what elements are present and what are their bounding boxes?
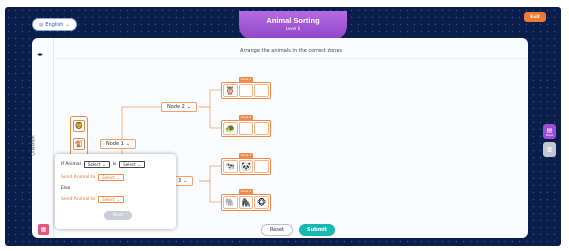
zone-slot[interactable]: 🦍 xyxy=(238,196,254,209)
condition-popup: If Animal Select ⌄ is Select ⌄ Send Animal… xyxy=(55,154,176,229)
zone-slots: 🐘 🦍 🐵 xyxy=(221,194,271,211)
else-send-row: Send Animal to Select ⌄ xyxy=(61,196,124,203)
next-button[interactable]: Next xyxy=(104,211,132,220)
animal-bank-item[interactable]: 🐒 xyxy=(73,138,85,150)
zone-slot[interactable] xyxy=(254,122,270,135)
animal-bank-item[interactable]: 🦁 xyxy=(73,120,85,132)
zone-3[interactable]: Zone 3 🐄 🐼 xyxy=(221,153,271,175)
if-row: If Animal Select ⌄ is Select ⌄ xyxy=(61,161,145,168)
chevron-down-icon: ⌄ xyxy=(65,21,70,28)
exit-button[interactable]: Exit xyxy=(524,12,546,22)
node-3-label: 3 xyxy=(178,178,182,184)
send-else-label: Send Animal to xyxy=(61,197,96,202)
zone-slot[interactable] xyxy=(254,160,270,173)
value-select[interactable]: Select ⌄ xyxy=(119,161,145,168)
chevron-down-icon: ⌄ xyxy=(186,104,192,110)
notes-icon: ▤ xyxy=(546,126,553,134)
zone-slot[interactable] xyxy=(254,84,270,97)
submit-button[interactable]: Submit xyxy=(299,224,335,236)
globe-icon: ◎ xyxy=(39,21,44,28)
app-stage: ◎ English ⌄ Animal Sorting Level 6 Exit … xyxy=(5,7,561,246)
is-label: is xyxy=(112,162,117,167)
chevron-down-icon: ⌄ xyxy=(125,141,131,147)
then-destination-select[interactable]: Select ⌄ xyxy=(98,174,124,181)
zone-slot[interactable]: 🦉 xyxy=(223,84,238,97)
zone-slot[interactable]: 🐼 xyxy=(238,160,254,173)
zone-2[interactable]: Zone 2 🐢 xyxy=(221,115,271,137)
zone-slots: 🐢 xyxy=(221,120,271,137)
else-destination-select[interactable]: Select ⌄ xyxy=(98,196,124,203)
chevron-down-icon: ⌄ xyxy=(183,178,188,184)
zone-slots: 🦉 xyxy=(221,82,271,99)
attribute-select[interactable]: Select ⌄ xyxy=(83,161,110,168)
zone-1[interactable]: Zone 1 🦉 xyxy=(221,77,271,99)
document-icon: ▥ xyxy=(546,146,553,153)
calculator-icon[interactable]: ▦ xyxy=(38,224,49,235)
secondary-side-button[interactable]: ▥ xyxy=(543,142,556,157)
zone-slot[interactable]: 🐄 xyxy=(223,160,238,173)
node-2-button[interactable]: Node 2 ⌄ xyxy=(161,102,198,112)
chevron-down-icon: ⌄ xyxy=(137,162,141,167)
zone-4[interactable]: Zone 4 🐘 🦍 🐵 xyxy=(221,189,271,211)
if-label: If Animal xyxy=(61,162,81,167)
reset-button[interactable]: Reset xyxy=(261,224,293,236)
select-value: Select xyxy=(102,175,115,180)
then-row: Send Animal to Select ⌄ xyxy=(61,174,124,181)
select-value: Select xyxy=(102,197,115,202)
chevron-down-icon: ⌄ xyxy=(116,175,120,180)
zone-slot[interactable]: 🐢 xyxy=(223,122,238,135)
notes-button[interactable]: ▤ Notes xyxy=(543,124,556,139)
zone-slot[interactable]: 🐘 xyxy=(223,196,238,209)
chevron-down-icon: ⌄ xyxy=(102,162,106,167)
node-1-label: Node 1 xyxy=(106,141,124,147)
level-label: Level 6 xyxy=(285,26,301,31)
zone-slot[interactable] xyxy=(238,122,254,135)
zone-slot[interactable]: 🐵 xyxy=(254,196,270,209)
zone-slot[interactable] xyxy=(238,84,254,97)
else-row: Else xyxy=(61,186,70,191)
language-selector[interactable]: ◎ English ⌄ xyxy=(32,18,77,31)
title-banner: Animal Sorting Level 6 xyxy=(239,11,347,40)
notes-label: Notes xyxy=(545,133,554,137)
language-label: English xyxy=(45,21,64,28)
else-label: Else xyxy=(61,186,71,191)
zone-slots: 🐄 🐼 xyxy=(221,158,271,175)
node-1-button[interactable]: Node 1 ⌄ xyxy=(100,139,137,149)
chevron-down-icon: ⌄ xyxy=(116,197,120,202)
select-value: Select xyxy=(123,162,136,167)
page-title: Animal Sorting xyxy=(266,16,320,25)
node-2-label: Node 2 xyxy=(167,104,185,110)
send-then-label: Send Animal to xyxy=(61,175,96,180)
select-value: Select xyxy=(87,162,101,167)
